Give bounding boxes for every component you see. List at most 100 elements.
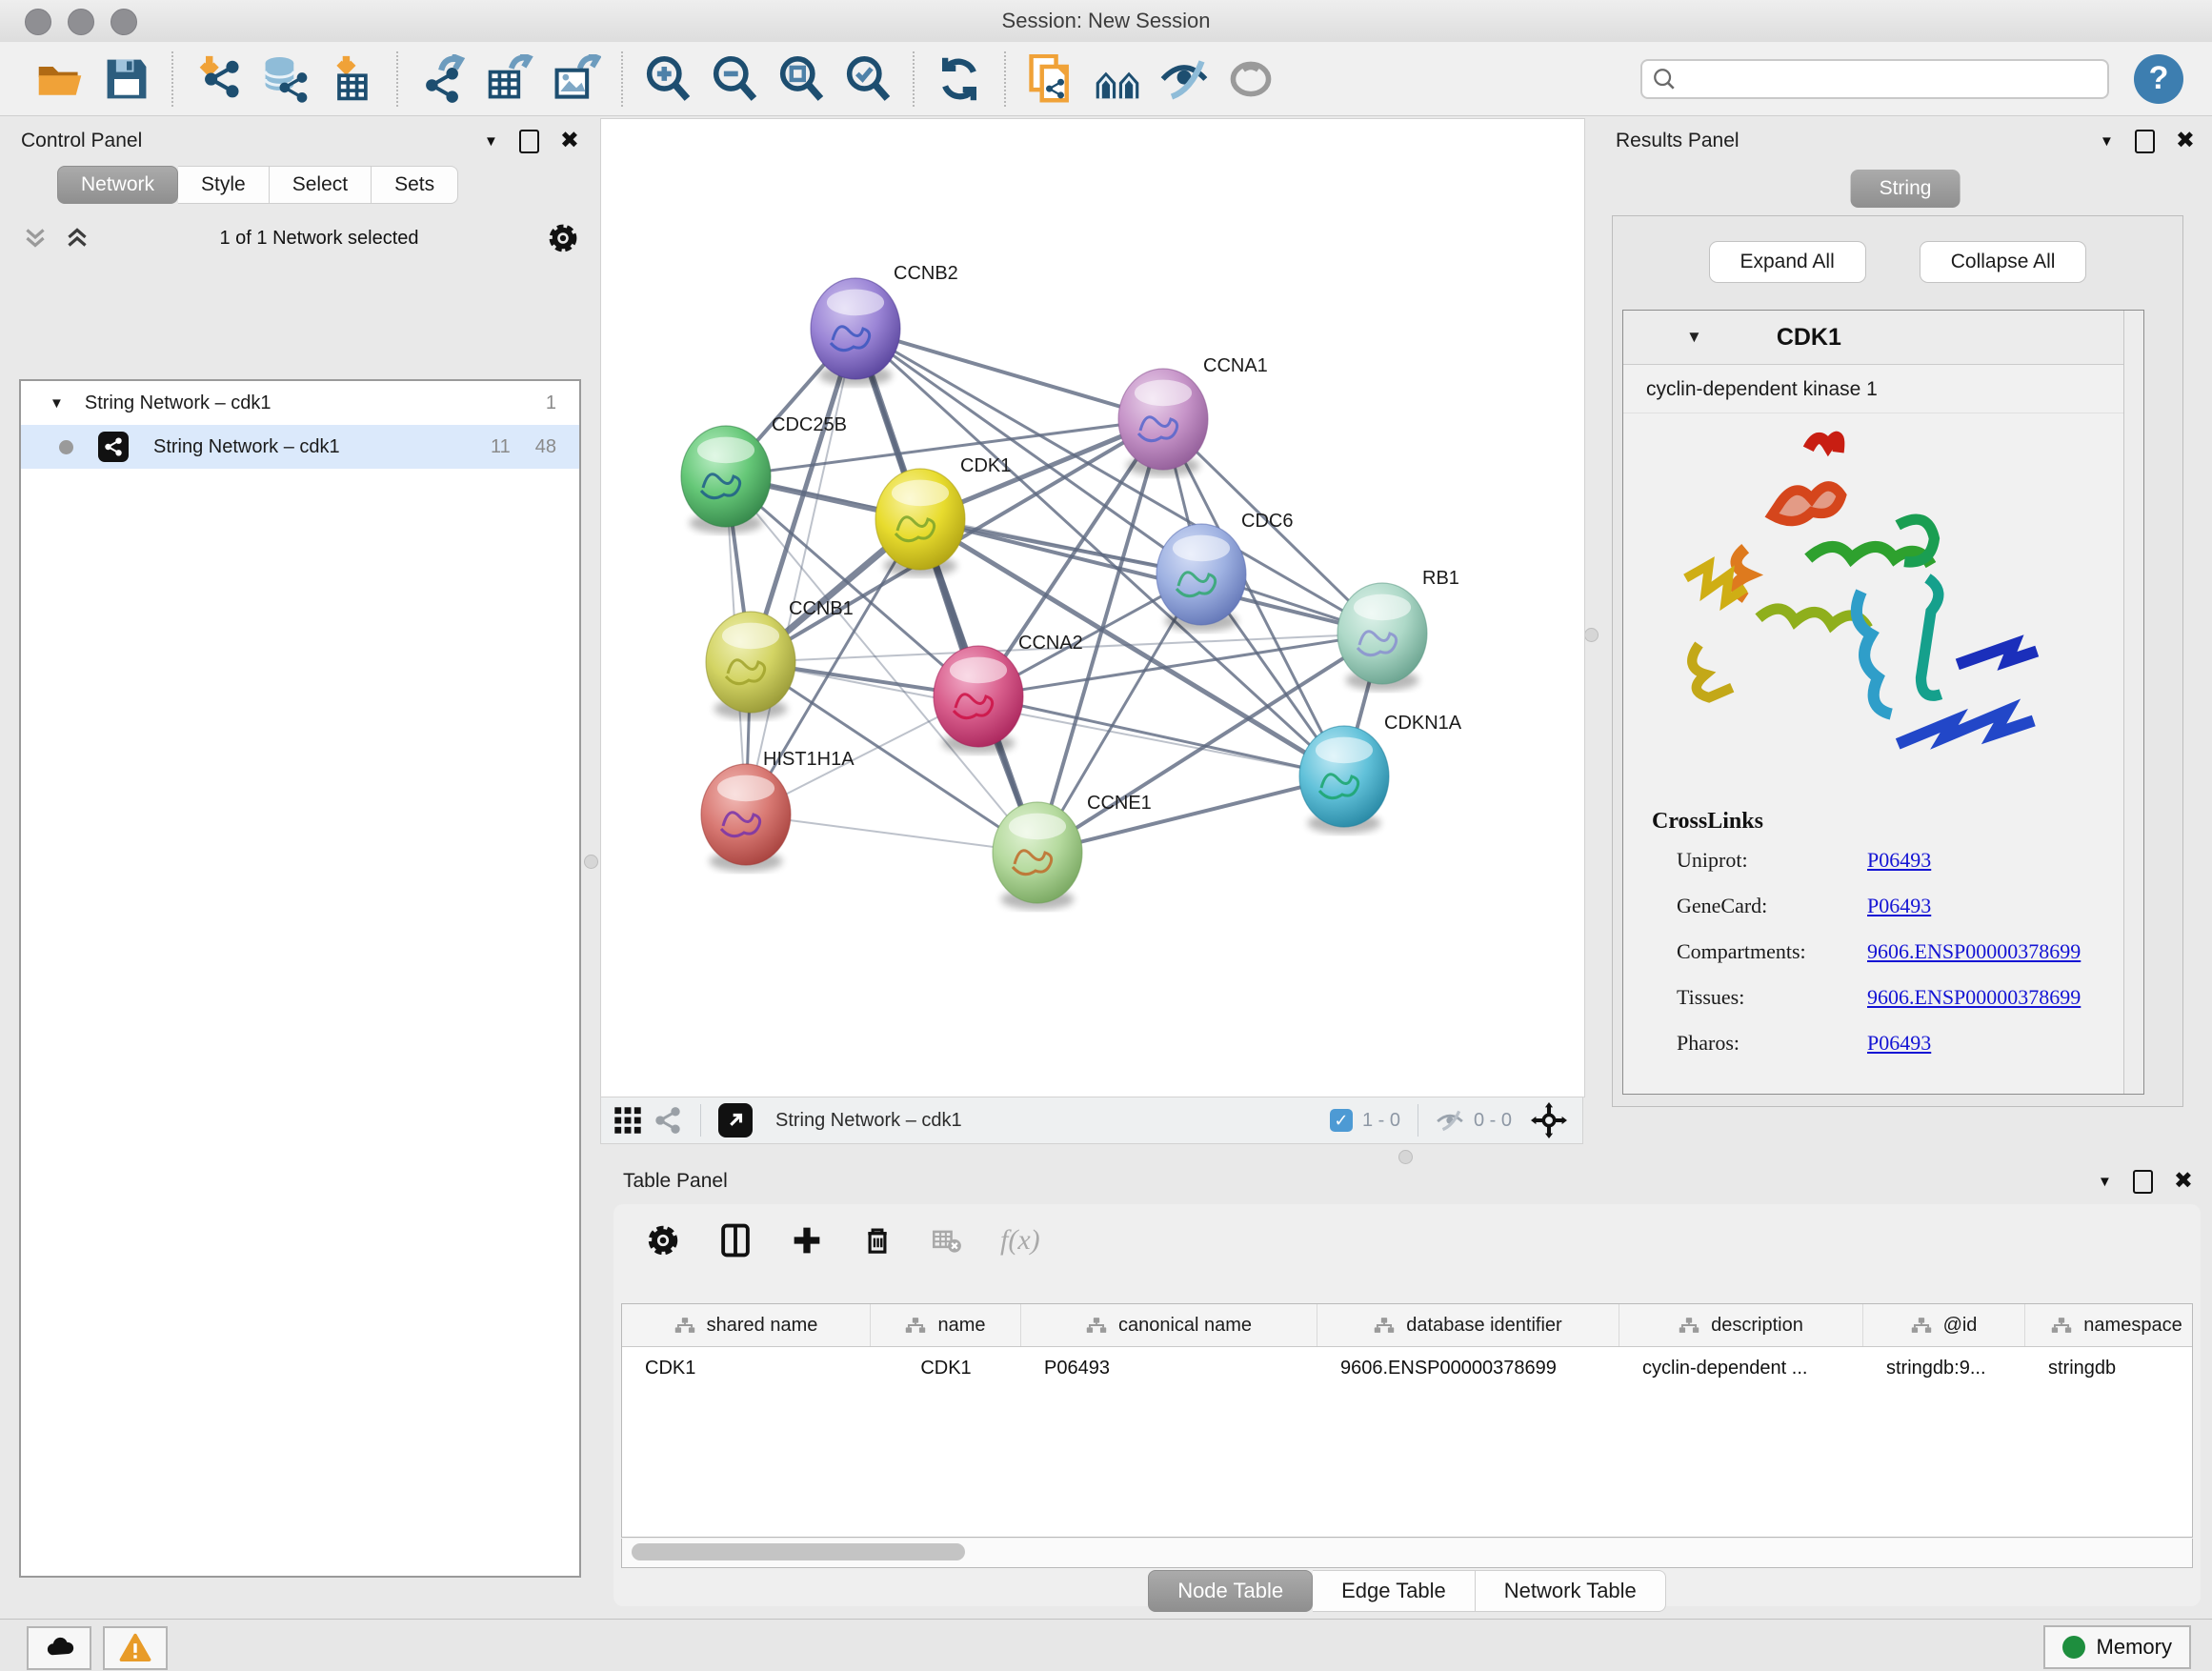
tab-network[interactable]: Network [57,166,178,204]
delete-column-icon[interactable] [861,1224,894,1257]
expand-all-icon[interactable] [63,224,91,252]
open-in-browser-icon[interactable] [718,1103,753,1137]
network-row[interactable]: String Network – cdk1 11 48 [21,425,579,469]
network-collection-row[interactable]: ▼ String Network – cdk1 1 [21,381,579,425]
tab-edge-table[interactable]: Edge Table [1313,1570,1476,1612]
tab-network-table[interactable]: Network Table [1476,1570,1666,1612]
import-network-from-file-button[interactable] [191,50,246,108]
zoom-in-button[interactable] [640,50,695,108]
edge-CCNB2-HIST1H1A[interactable] [746,329,855,815]
cell-name[interactable]: CDK1 [871,1358,1021,1379]
function-builder-icon[interactable]: f(x) [1000,1224,1040,1257]
import-network-from-database-button[interactable] [257,50,312,108]
selected-checkbox-icon[interactable]: ✓ [1330,1109,1353,1132]
panel-menu-caret-icon[interactable]: ▼ [2100,133,2114,150]
add-column-icon[interactable] [791,1224,823,1257]
panel-menu-caret-icon[interactable]: ▼ [2098,1174,2112,1190]
float-panel-icon[interactable] [519,130,539,153]
column-header-namespace[interactable]: namespace [2025,1304,2193,1346]
tree-caret-icon[interactable]: ▼ [50,395,64,412]
pan-crosshair-icon[interactable] [1531,1102,1567,1138]
cell-shared-name[interactable]: CDK1 [622,1358,871,1379]
edge-CCNB2-CCNA1[interactable] [855,329,1163,419]
crosslink-link[interactable]: P06493 [1867,848,1931,873]
tab-select[interactable]: Select [270,166,372,204]
import-table-from-file-button[interactable] [324,50,379,108]
edge-CCNA2-CDKN1A[interactable] [978,696,1344,776]
right-splitter-handle[interactable] [1584,628,1599,642]
gear-icon[interactable] [547,222,579,254]
cell-database-identifier[interactable]: 9606.ENSP00000378699 [1317,1358,1619,1379]
node-CDK1[interactable]: CDK1 [875,455,1011,576]
edge-CDKN1A-CCNE1[interactable] [1037,776,1344,853]
edge-CCNB2-CCNE1[interactable] [855,329,1037,853]
gene-card-header[interactable]: ▼ CDK1 [1623,311,2143,365]
first-neighbors-button[interactable] [1090,50,1145,108]
export-table-button[interactable] [482,50,537,108]
collapse-all-icon[interactable] [21,224,50,252]
show-all-button[interactable] [1223,50,1278,108]
hscroll-thumb[interactable] [632,1543,965,1560]
node-CCNA1[interactable]: CCNA1 [1118,355,1268,476]
birds-eye-grid-icon[interactable] [613,1105,643,1136]
cell-@id[interactable]: stringdb:9... [1863,1358,2025,1379]
node-HIST1H1A[interactable]: HIST1H1A [701,749,855,872]
node-RB1[interactable]: RB1 [1337,568,1459,691]
close-panel-icon[interactable]: ✖ [2174,1170,2193,1193]
node-CCNE1[interactable]: CCNE1 [993,793,1152,910]
bottom-splitter-handle[interactable] [1398,1150,1413,1164]
crosslink-link[interactable]: P06493 [1867,1031,1931,1056]
cloud-status-button[interactable] [27,1626,91,1670]
export-image-button[interactable] [549,50,604,108]
close-panel-icon[interactable]: ✖ [2176,130,2195,152]
float-panel-icon[interactable] [2135,130,2155,153]
save-session-button[interactable] [99,50,154,108]
column-header-shared-name[interactable]: shared name [622,1304,871,1346]
show-columns-icon[interactable] [718,1223,753,1258]
node-CDKN1A[interactable]: CDKN1A [1299,713,1462,834]
network-graph[interactable]: CCNB2CCNA1CDC25BCDK1CDC6RB1CCNB1CCNA2CDK… [601,119,1584,1097]
collapse-caret-icon[interactable]: ▼ [1686,328,1702,347]
tab-string[interactable]: String [1851,170,1961,208]
search-input[interactable] [1640,59,2109,99]
fit-selected-button[interactable] [840,50,895,108]
open-session-button[interactable] [32,50,88,108]
export-network-button[interactable] [415,50,471,108]
cell-canonical-name[interactable]: P06493 [1021,1358,1317,1379]
results-scrollbar[interactable] [2123,311,2143,1094]
close-panel-icon[interactable]: ✖ [560,130,579,152]
expand-all-button[interactable]: Expand All [1709,241,1866,283]
cell-description[interactable]: cyclin-dependent ... [1619,1358,1863,1379]
edge-CDK1-RB1[interactable] [920,519,1382,634]
left-splitter-handle[interactable] [584,855,598,869]
network-canvas[interactable]: CCNB2CCNA1CDC25BCDK1CDC6RB1CCNB1CCNA2CDK… [600,118,1585,1097]
new-network-from-selection-button[interactable] [1023,50,1078,108]
collapse-all-button[interactable]: Collapse All [1920,241,2087,283]
delete-table-icon[interactable] [932,1225,962,1256]
warnings-button[interactable] [103,1626,168,1670]
network-overview-icon[interactable] [653,1105,683,1136]
crosslink-link[interactable]: P06493 [1867,894,1931,918]
tab-node-table[interactable]: Node Table [1148,1570,1313,1612]
column-header-name[interactable]: name [871,1304,1021,1346]
column-header-description[interactable]: description [1619,1304,1863,1346]
column-header-@id[interactable]: @id [1863,1304,2025,1346]
cell-namespace[interactable]: stringdb [2025,1358,2193,1379]
fit-content-button[interactable] [774,50,829,108]
column-header-canonical-name[interactable]: canonical name [1021,1304,1317,1346]
node-CCNB2[interactable]: CCNB2 [811,263,958,386]
float-panel-icon[interactable] [2133,1170,2153,1194]
crosslink-link[interactable]: 9606.ENSP00000378699 [1867,939,2081,964]
zoom-out-button[interactable] [707,50,762,108]
crosslink-link[interactable]: 9606.ENSP00000378699 [1867,985,2081,1010]
help-button[interactable]: ? [2134,54,2183,104]
panel-menu-caret-icon[interactable]: ▼ [484,133,498,150]
memory-button[interactable]: Memory [2043,1625,2191,1669]
table-hscrollbar[interactable] [621,1539,2193,1568]
apply-layout-button[interactable] [932,50,987,108]
tab-style[interactable]: Style [178,166,270,204]
table-row[interactable]: CDK1CDK1P064939606.ENSP00000378699cyclin… [622,1347,2192,1389]
tab-sets[interactable]: Sets [372,166,458,204]
hide-selected-button[interactable] [1156,50,1212,108]
column-header-database-identifier[interactable]: database identifier [1317,1304,1619,1346]
